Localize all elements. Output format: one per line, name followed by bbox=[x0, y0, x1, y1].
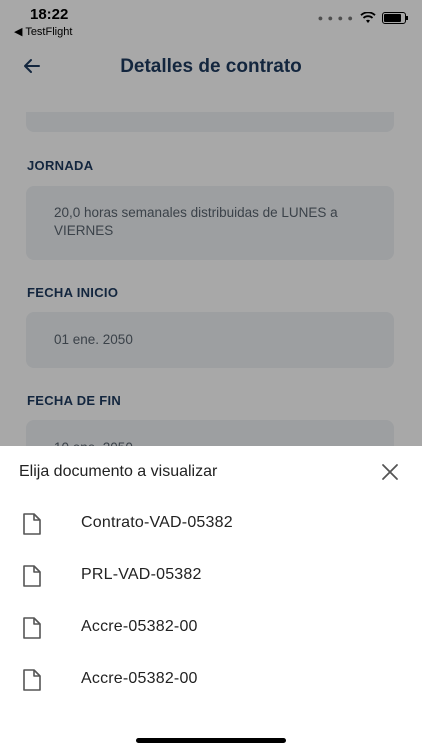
home-indicator bbox=[136, 738, 286, 743]
sheet-title: Elija documento a visualizar bbox=[19, 463, 218, 480]
file-icon bbox=[23, 565, 41, 587]
document-item[interactable]: PRL-VAD-05382 bbox=[0, 556, 422, 600]
modal-overlay[interactable] bbox=[0, 0, 422, 446]
file-icon bbox=[23, 669, 41, 691]
document-picker-sheet: Elija documento a visualizar Contrato-VA… bbox=[0, 446, 422, 750]
document-item[interactable]: Contrato-VAD-05382 bbox=[0, 504, 422, 548]
document-label: Accre-05382-00 bbox=[81, 618, 198, 635]
document-label: Contrato-VAD-05382 bbox=[81, 514, 233, 531]
document-label: PRL-VAD-05382 bbox=[81, 566, 202, 583]
document-item[interactable]: Accre-05382-00 bbox=[0, 608, 422, 652]
close-icon[interactable] bbox=[380, 462, 400, 482]
document-label: Accre-05382-00 bbox=[81, 670, 198, 687]
file-icon bbox=[23, 513, 41, 535]
file-icon bbox=[23, 617, 41, 639]
document-item[interactable]: Accre-05382-00 bbox=[0, 660, 422, 704]
